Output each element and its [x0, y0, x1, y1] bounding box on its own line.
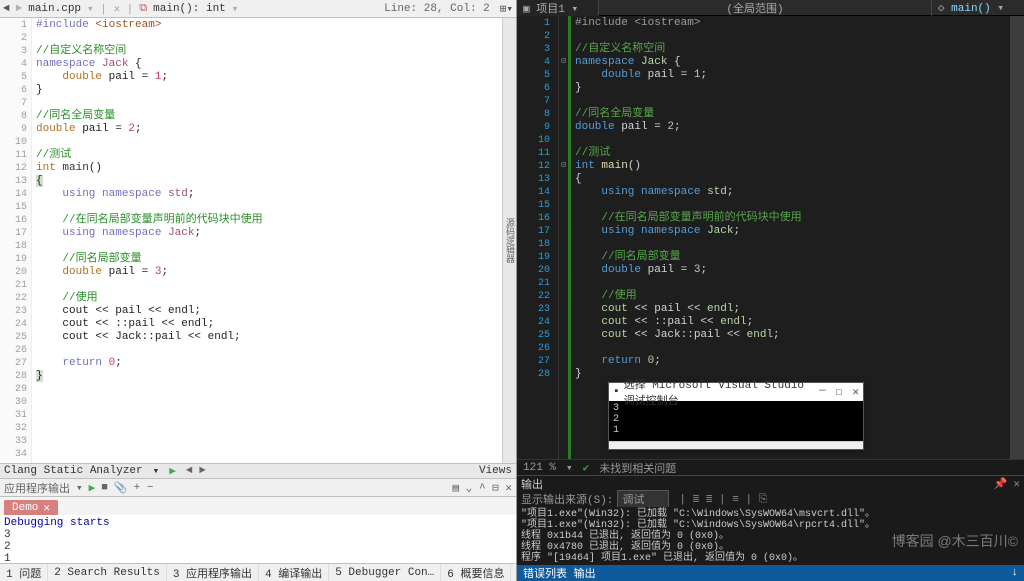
- minimize-icon[interactable]: —: [819, 385, 826, 399]
- bottom-tab[interactable]: 6 概要信息: [441, 564, 511, 581]
- bottom-tab[interactable]: 5 Debugger Con…: [329, 564, 441, 581]
- bottom-tab[interactable]: 1 问题: [0, 564, 48, 581]
- bottom-tab[interactable]: 3 应用程序输出: [167, 564, 259, 581]
- status-icon: ✔: [583, 461, 590, 475]
- output-source-bar: 显示输出来源(S): 调试 | ≣ ≣ | ≡ | ⎘: [517, 491, 1024, 507]
- close-icon[interactable]: ✕: [852, 385, 859, 399]
- bottom-tab[interactable]: 8 Test Results: [511, 564, 516, 581]
- output-from-label: 显示输出来源(S):: [521, 491, 613, 507]
- bottom-tabs: 1 问题2 Search Results3 应用程序输出4 编译输出5 Debu…: [0, 563, 516, 581]
- side-tab[interactable]: 源码逻辑器: [502, 18, 516, 463]
- bottom-tab-bar: 错误列表 输出 ↓: [517, 565, 1024, 581]
- resize-grip[interactable]: [609, 441, 863, 449]
- fwd-icon[interactable]: ►: [16, 3, 23, 15]
- window-title: 选择 Microsoft Visual Studio 调试控制台: [624, 376, 816, 408]
- fold-gutter[interactable]: ⊟⊟: [559, 16, 571, 459]
- titlebar[interactable]: ▪ 选择 Microsoft Visual Studio 调试控制台 — ☐ ✕: [609, 383, 863, 401]
- bottom-tab[interactable]: 2 Search Results: [48, 564, 167, 581]
- cursor-position: Line: 28, Col: 2: [384, 3, 490, 15]
- zoom-level[interactable]: 121 %: [523, 462, 556, 474]
- debug-console-window[interactable]: ▪ 选择 Microsoft Visual Studio 调试控制台 — ☐ ✕…: [608, 382, 864, 450]
- zoom-bar: 121 %▾ ✔ 未找到相关问题: [517, 459, 1024, 475]
- qtcreator-pane: ◄ ► main.cpp ▾ | ✕ | ⧉ main(): int ▾ Lin…: [0, 0, 517, 581]
- attach-icon[interactable]: 📎: [114, 481, 128, 495]
- pin-icon[interactable]: 📌: [994, 477, 1008, 491]
- bottom-tab[interactable]: 4 编译输出: [259, 564, 329, 581]
- output-panel[interactable]: Debugging starts321Debugging has finishe…: [0, 515, 516, 563]
- vs-pane: ▣ 项目1 ▾ (全局范围) ◇ main() ▾ 12345678910111…: [517, 0, 1024, 581]
- file-selector[interactable]: main.cpp: [28, 3, 81, 15]
- func-dropdown[interactable]: ◇ main() ▾: [932, 1, 1024, 15]
- code-editor-left[interactable]: 1234567891011121314151617181920212223242…: [0, 18, 516, 463]
- scrollbar[interactable]: [1010, 16, 1024, 459]
- split-icon[interactable]: ⊞▾: [500, 2, 513, 16]
- close-icon[interactable]: ✕: [43, 501, 50, 515]
- project-dropdown[interactable]: ▣ 项目1 ▾: [517, 0, 599, 16]
- code-area[interactable]: #include <iostream> //自定义名称空间 namespace …: [32, 18, 502, 463]
- maximize-icon[interactable]: ☐: [836, 385, 843, 399]
- scope-dropdown[interactable]: (全局范围): [599, 0, 932, 16]
- editor-toolbar: ◄ ► main.cpp ▾ | ✕ | ⧉ main(): int ▾ Lin…: [0, 0, 516, 18]
- bottom-tab[interactable]: 错误列表 输出: [523, 565, 596, 581]
- output-title: 输出: [521, 476, 543, 492]
- analyzer-bar: Clang Static Analyzer ▾ ▶ ◄ ► Views: [0, 463, 516, 479]
- bookmark-icon[interactable]: ⧉: [139, 3, 147, 15]
- back-icon[interactable]: ◄: [3, 3, 10, 15]
- watermark: 博客园 @木三百川©: [892, 531, 1018, 551]
- output-toolbar: 应用程序输出 ▾ ▶ ■ 📎 + − ▤ ⌄ ^ ⊟ ✕: [0, 479, 516, 497]
- app-icon: ▪: [613, 386, 620, 398]
- output-source-dropdown[interactable]: 调试: [617, 490, 669, 508]
- filter-icon[interactable]: ▤ ⌄ ^ ⊟ ✕: [453, 481, 513, 495]
- run-icon[interactable]: ▶: [169, 464, 176, 478]
- output-label: 应用程序输出: [4, 480, 70, 496]
- output-tabs: Demo✕: [0, 497, 516, 515]
- vs-nav-bar: ▣ 项目1 ▾ (全局范围) ◇ main() ▾: [517, 0, 1024, 16]
- close-icon[interactable]: ✕: [1013, 477, 1020, 491]
- status-text: 未找到相关问题: [599, 460, 676, 476]
- line-gutter: 1234567891011121314151617181920212223242…: [0, 18, 32, 463]
- stop-icon[interactable]: ■: [101, 482, 108, 494]
- run-icon[interactable]: ▶: [89, 481, 96, 495]
- views-label[interactable]: Views: [479, 465, 512, 477]
- line-gutter: 1234567891011121314151617181920212223242…: [517, 16, 559, 459]
- output-tab-demo[interactable]: Demo✕: [4, 500, 58, 515]
- analyzer-label: Clang Static Analyzer: [4, 465, 143, 477]
- symbol-selector[interactable]: main(): int: [153, 3, 226, 15]
- output-header: 输出 📌 ✕: [517, 475, 1024, 491]
